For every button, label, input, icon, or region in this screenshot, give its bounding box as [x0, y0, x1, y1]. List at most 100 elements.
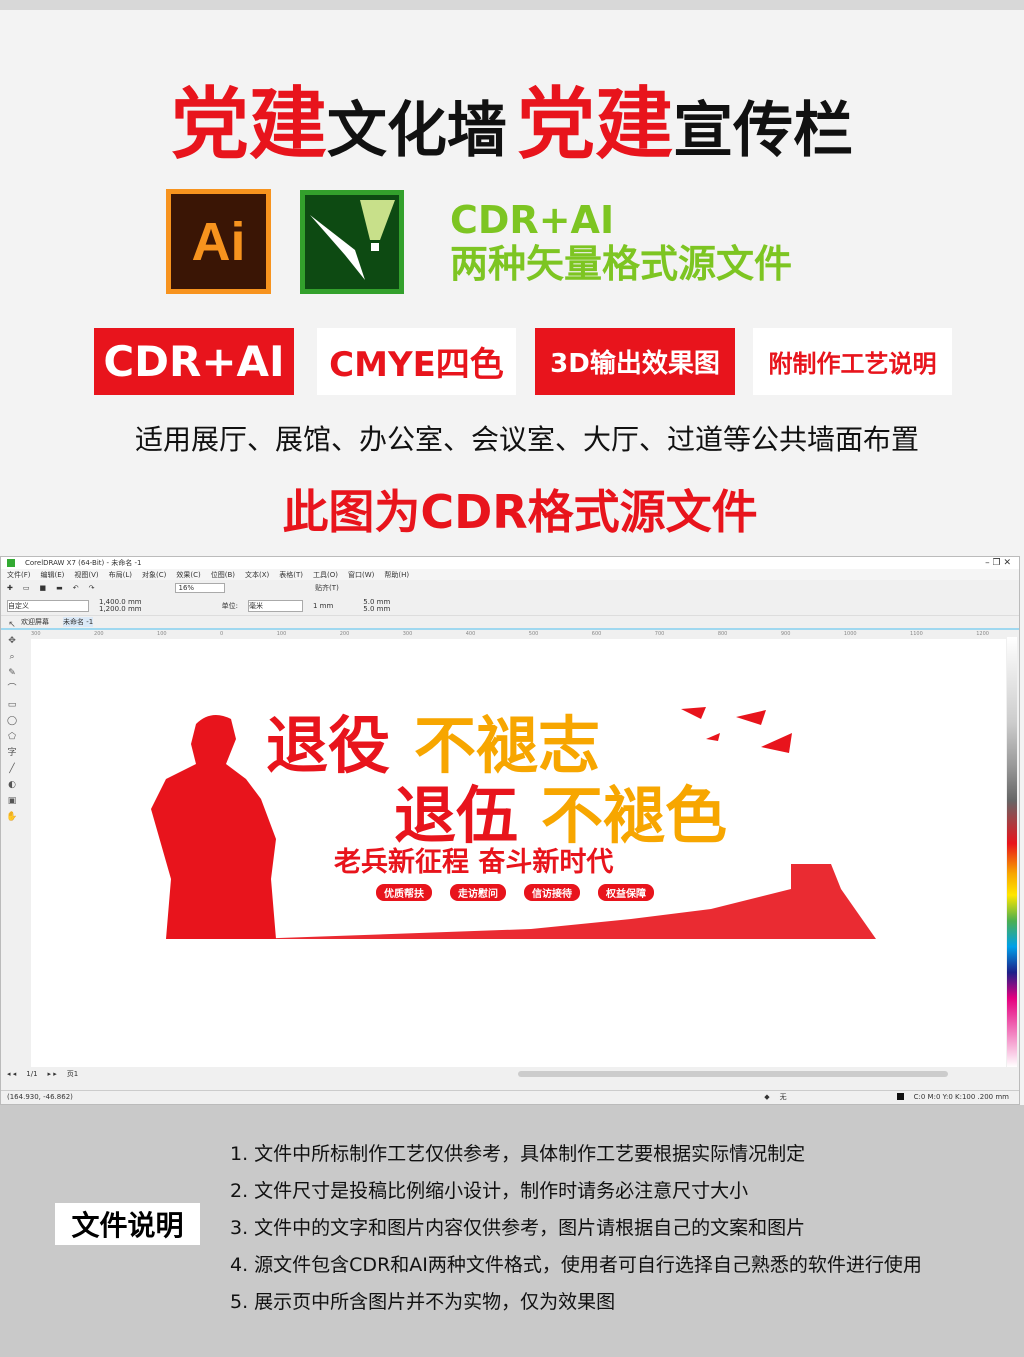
note-item: 5. 展示页中所含图片并不为实物，仅为效果图 [230, 1291, 616, 1313]
ruler-tick: 200 [94, 630, 104, 637]
new-icon[interactable]: ✚ [7, 584, 13, 592]
horizontal-ruler: 300 200 100 0 100 200 300 400 500 600 700 800 900 100… [1, 628, 1019, 637]
menu-object[interactable]: 对象(C) [142, 570, 166, 580]
horizontal-scrollbar[interactable] [518, 1071, 949, 1077]
fill-icon: ◆ [764, 1092, 770, 1101]
artwork: 退役 不褪志 退伍 不褪色 老兵新征程 奋斗新时代 [151, 707, 876, 939]
status-bar: (164.930, -46.862) ◆ 无 C:0 M:0 Y:0 K:100… [1, 1090, 1019, 1102]
ruler-tick: 100 [276, 630, 287, 637]
ruler-tick: 300 [402, 630, 413, 637]
badge-cdr-ai: CDR+AI [94, 328, 294, 395]
badge-3d: 3D输出效果图 [535, 328, 735, 395]
toolbox[interactable]: ↖ ✥ ⌕ ✎ ⌒ ▭ ◯ ⬠ 字 ╱ ◐ ▣ ✋ [4, 617, 20, 1077]
ruler-tick: 700 [654, 630, 665, 637]
outline-swatch [896, 1093, 904, 1100]
page-preset-select[interactable]: 自定义 [7, 599, 89, 612]
snap-dropdown[interactable]: 贴齐(T) [315, 583, 339, 593]
menu-text[interactable]: 文本(X) [245, 570, 269, 580]
title-red-2: 党建 [517, 80, 674, 170]
drawing-canvas[interactable]: 退役 不褪志 退伍 不褪色 老兵新征程 奋斗新时代 优质帮扶 走访慰问 信访接待… [31, 639, 1006, 1067]
bird-icon [681, 707, 792, 753]
ruler-tick: 100 [157, 630, 167, 637]
badge-cmyk: CMYE四色 [317, 328, 516, 395]
tag: 走访慰问 [450, 884, 506, 901]
unit-select[interactable]: 毫米 [247, 599, 303, 612]
page-nav-prev[interactable]: ◂ ◂ [7, 1070, 16, 1078]
top-strip [0, 0, 1024, 10]
headline-2b: 不褪色 [541, 779, 727, 852]
standard-toolbar: ✚ ▭ ■ ▬ ↶ ↷ 16% 贴齐(T) [1, 580, 1019, 596]
document-tabs: 欢迎屏幕 未命名 -1 [1, 617, 1019, 627]
menu-edit[interactable]: 编辑(E) [41, 570, 65, 580]
window-controls[interactable]: – ❐ ✕ [985, 558, 1019, 568]
menu-table[interactable]: 表格(T) [279, 570, 303, 580]
tag: 信访接待 [524, 884, 580, 901]
menu-file[interactable]: 文件(F) [7, 570, 31, 580]
slogan: 老兵新征程 奋斗新时代 [334, 846, 613, 878]
duplicate-y-input[interactable]: 5.0 mm [363, 605, 390, 613]
title-red-1: 党建 [170, 80, 327, 170]
headline-1a: 退役 [266, 709, 390, 782]
illustrator-logo: Ai [166, 189, 271, 294]
ruler-tick: 200 [339, 630, 350, 637]
ruler-tick: 1000 [843, 630, 857, 637]
title-bar: CorelDRAW X7 (64-Bit) - 未命名 -1 – ❐ ✕ [1, 557, 1019, 569]
ruler-tick: 1100 [910, 630, 923, 637]
title-black-1: 文化墙 [326, 96, 507, 166]
tab-document[interactable]: 未命名 -1 [63, 617, 94, 627]
note-item: 3. 文件中的文字和图片内容仅供参考，图片请根据自己的文案和图片 [230, 1217, 806, 1239]
unit-label: 单位: [221, 601, 238, 610]
save-icon[interactable]: ■ [40, 584, 47, 592]
property-bar: 自定义 1,400.0 mm 1,200.0 mm 单位: 毫米 1 mm 5.0… [1, 596, 1019, 616]
ruler-tick: 1200 [976, 630, 989, 637]
title-black-2: 宣传栏 [673, 96, 854, 166]
notes-label: 文件说明 [55, 1203, 200, 1245]
redo-icon[interactable]: ↷ [89, 584, 95, 592]
tag-row: 优质帮扶 走访慰问 信访接待 权益保障 [376, 884, 654, 901]
soldier-silhouette [151, 715, 276, 939]
outline-status: C:0 M:0 Y:0 K:100 .200 mm [913, 1092, 1009, 1101]
usage-description: 适用展厅、展馆、办公室、会议室、大厅、过道等公共墙面布置 [134, 423, 919, 456]
ruler-tick: 800 [717, 630, 728, 637]
tag: 优质帮扶 [376, 884, 432, 901]
page-height-input[interactable]: 1,200.0 mm [99, 605, 142, 613]
menu-bitmap[interactable]: 位图(B) [211, 570, 235, 580]
page-tab[interactable]: 页1 [67, 1069, 78, 1079]
notes-list: 1. 文件中所标制作工艺仅供参考，具体制作工艺要根据实际情况制定 2. 文件尺寸… [230, 1136, 922, 1321]
menu-view[interactable]: 视图(V) [74, 570, 98, 580]
page-nav-next[interactable]: ▸ ▸ [48, 1070, 57, 1078]
source-note: 此图为CDR格式源文件 [282, 485, 758, 539]
note-item: 2. 文件尺寸是投稿比例缩小设计，制作时请务必注意尺寸大小 [230, 1180, 749, 1202]
undo-icon[interactable]: ↶ [73, 584, 79, 592]
app-icon [7, 559, 15, 567]
nudge-input[interactable]: 1 mm [313, 602, 333, 610]
coreldraw-icon [300, 190, 404, 294]
print-icon[interactable]: ▬ [56, 584, 63, 592]
format-line-2: 两种矢量格式源文件 [450, 242, 793, 286]
ruler-tick: 0 [220, 630, 224, 637]
ruler-tick: 900 [780, 630, 791, 637]
format-line-1: CDR+AI [450, 198, 615, 242]
menu-help[interactable]: 帮助(H) [384, 570, 409, 580]
menu-layout[interactable]: 布局(L) [109, 570, 132, 580]
ruler-tick: 300 [31, 630, 41, 637]
badge-craft: 附制作工艺说明 [753, 328, 952, 395]
page-title: 党建文化墙 党建宣传栏 [0, 62, 1024, 174]
zoom-select[interactable]: 16% [174, 583, 226, 593]
window-title: CorelDRAW X7 (64-Bit) - 未命名 -1 [25, 559, 142, 567]
ruler-tick: 600 [591, 630, 602, 637]
ruler-tick: 400 [465, 630, 476, 637]
headline-1b: 不褪志 [414, 709, 600, 782]
ai-logo-text: Ai [171, 194, 266, 289]
fill-status: 无 [779, 1092, 787, 1101]
menu-effects[interactable]: 效果(C) [176, 570, 200, 580]
tab-welcome[interactable]: 欢迎屏幕 [21, 617, 49, 627]
tag: 权益保障 [598, 884, 654, 901]
note-item: 4. 源文件包含CDR和AI两种文件格式，使用者可自行选择自己熟悉的软件进行使用 [230, 1254, 922, 1276]
open-icon[interactable]: ▭ [23, 584, 30, 592]
menu-tools[interactable]: 工具(O) [313, 570, 338, 580]
menu-bar: 文件(F) 编辑(E) 视图(V) 布局(L) 对象(C) 效果(C) 位图(B… [1, 569, 1019, 580]
headline-2a: 退伍 [394, 779, 518, 852]
menu-window[interactable]: 窗口(W) [348, 570, 374, 580]
color-palette[interactable] [1007, 637, 1017, 1067]
